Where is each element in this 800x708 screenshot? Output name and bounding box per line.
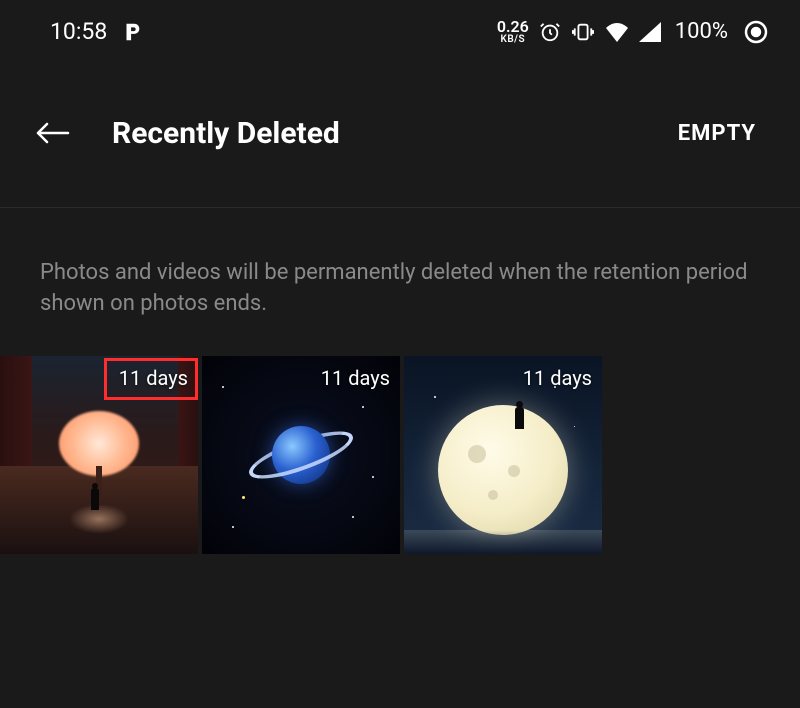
photo-thumbnail[interactable]: 11 days [0,356,198,554]
thumbnail-grid: 11 days 11 days 11 days [0,356,800,554]
status-right: 0.26 KB/S 100% [497,19,768,45]
status-time: 10:58 [50,18,107,45]
retention-days-label: 11 days [119,366,188,390]
battery-percentage: 100% [675,19,728,44]
cellular-signal-icon [639,22,661,42]
network-speed: 0.26 KB/S [497,19,529,45]
back-button[interactable] [32,113,72,153]
app-notification-icon [121,21,143,43]
net-speed-value: 0.26 [497,19,529,35]
photo-thumbnail[interactable]: 11 days [404,356,602,554]
wifi-icon [605,22,629,42]
photo-thumbnail[interactable]: 11 days [202,356,400,554]
empty-button[interactable]: EMPTY [678,121,756,146]
info-text: Photos and videos will be permanently de… [0,208,800,356]
alarm-icon [539,21,561,43]
target-icon [744,20,768,44]
status-bar: 10:58 0.26 KB/S 100% [0,0,800,63]
retention-days-label: 11 days [523,366,592,390]
net-speed-unit: KB/S [501,35,526,45]
status-left: 10:58 [50,18,143,45]
retention-days-label: 11 days [321,366,390,390]
page-title: Recently Deleted [112,116,678,151]
vibrate-icon [571,21,595,43]
header: Recently Deleted EMPTY [0,63,800,183]
arrow-left-icon [34,121,70,145]
